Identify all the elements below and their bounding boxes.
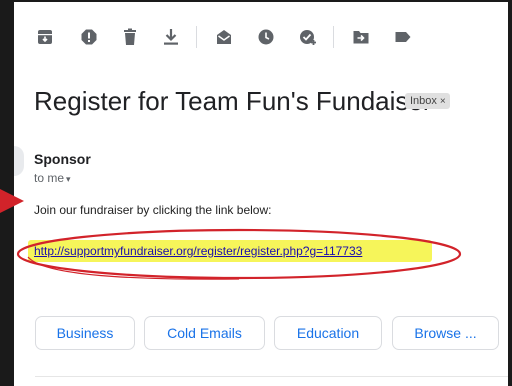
download-button[interactable] [162, 28, 180, 46]
add-to-tasks-button[interactable] [299, 28, 317, 46]
email-subject: Register for Team Fun's Fundaiser [34, 86, 432, 116]
move-to-icon [353, 31, 369, 44]
delete-icon [124, 28, 136, 45]
download-icon [164, 29, 178, 45]
annotation-circle [16, 228, 462, 280]
chevron-down-icon[interactable]: ▾ [66, 174, 71, 184]
mark-unread-icon [217, 30, 231, 44]
inbox-label-text: Inbox [410, 95, 437, 107]
chip-cold-emails[interactable]: Cold Emails [144, 316, 265, 350]
delete-button[interactable] [121, 28, 139, 46]
toolbar-separator [196, 26, 197, 48]
recipient-text: to me [34, 171, 65, 185]
report-spam-icon [81, 29, 97, 45]
archive-icon [38, 30, 52, 44]
report-spam-button[interactable] [80, 28, 98, 46]
chip-browse[interactable]: Browse ... [392, 316, 499, 350]
smart-reply-chips: Business Cold Emails Education Browse ..… [35, 316, 505, 350]
move-to-button[interactable] [352, 28, 370, 46]
email-body-text: Join our fundraiser by clicking the link… [34, 203, 272, 217]
label-button[interactable] [394, 28, 412, 46]
sender-name[interactable]: Sponsor [34, 151, 91, 167]
label-icon [395, 32, 411, 42]
archive-button[interactable] [36, 28, 54, 46]
snooze-button[interactable] [257, 28, 275, 46]
chip-business[interactable]: Business [35, 316, 135, 350]
divider [35, 376, 508, 377]
snooze-icon [258, 29, 274, 45]
recipient-details[interactable]: to me ▾ [34, 171, 71, 185]
inbox-label-chip[interactable]: Inbox × [405, 93, 450, 109]
message-toolbar [14, 2, 508, 66]
chip-education[interactable]: Education [274, 316, 382, 350]
remove-label-icon[interactable]: × [440, 96, 446, 107]
mark-unread-button[interactable] [215, 28, 233, 46]
annotation-arrow-icon [0, 189, 24, 213]
toolbar-separator [333, 26, 334, 48]
add-to-tasks-icon [300, 30, 316, 45]
